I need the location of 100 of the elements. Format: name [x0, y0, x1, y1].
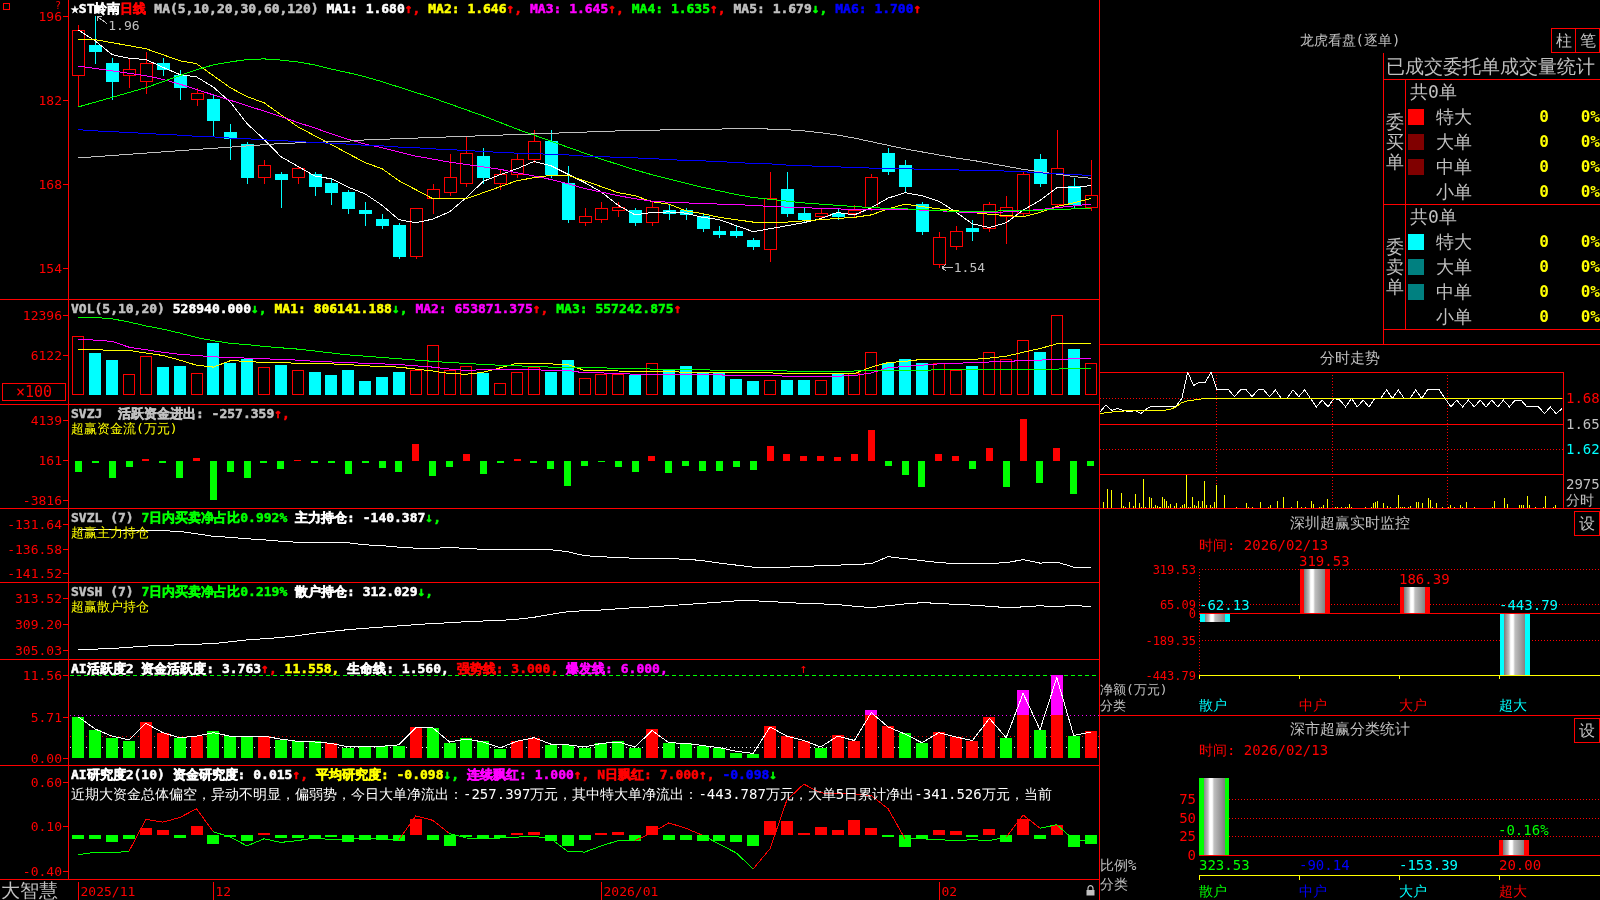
amount-label: 20.00 [1499, 857, 1542, 873]
settings-button[interactable]: 设 [1574, 718, 1600, 743]
indicator-title: 超赢散户持仓 [71, 599, 149, 614]
axis-tick-label: 1.62 [1566, 441, 1600, 458]
order-count: 0 [1539, 258, 1549, 276]
candle [864, 173, 878, 212]
order-share: 0% [1580, 282, 1600, 301]
data-label: 186.39 [1399, 571, 1450, 588]
order-count: 0 [1539, 108, 1549, 127]
axis-tick-label: 50 [1179, 810, 1196, 826]
legend-text: MA4: 1.635 [630, 1, 710, 16]
lock-icon [1086, 884, 1095, 896]
axis-tick-label: 1.65 [1566, 415, 1600, 432]
unit-label: ×100 [2, 383, 66, 401]
order-share: 0% [1580, 157, 1600, 176]
candle [527, 129, 541, 164]
category-label: 超大 [1499, 883, 1527, 899]
legend-text: 散户持仓: 312.029 [294, 584, 418, 599]
legend-text: ↑, [404, 1, 421, 16]
order-count: 0 [1539, 182, 1549, 201]
legend-text: -0.098 [721, 767, 770, 782]
axis-tick-label: 25 [1179, 828, 1196, 844]
candle [881, 147, 895, 176]
legend-text: ↓, [417, 584, 434, 599]
legend-text: SVZL (7) [71, 510, 134, 525]
candle [1016, 171, 1030, 218]
candle [578, 207, 592, 227]
data-label: 319.53 [1299, 553, 1350, 569]
axis-tick-label: 168 [38, 177, 62, 192]
amount-label: 323.53 [1199, 857, 1250, 873]
axis-caption: 分时 [1566, 492, 1594, 508]
axis-title: 净额(万元) [1100, 682, 1168, 697]
axis-tick-label: 0.60 [30, 775, 62, 790]
axis-tick-label: 75 [1179, 791, 1196, 807]
panel-title: 龙虎看盘(逐单) [1299, 31, 1401, 50]
candle [645, 201, 659, 227]
axis-tick-label: -0.40 [22, 864, 62, 879]
candle [780, 171, 794, 218]
order-size-label: 大单 [1436, 257, 1472, 277]
category-label: 大户 [1399, 697, 1427, 713]
chart-mode-button[interactable]: 柱 [1551, 28, 1576, 53]
legend-text: ↑, [292, 767, 309, 782]
candle [122, 57, 136, 89]
axis-tick-label: -3816 [22, 493, 62, 508]
legend-text: 生命线: 1.560, [346, 661, 449, 676]
candle [459, 135, 473, 188]
date-label: 2025/11 [80, 883, 136, 899]
axis-tick-label: 196 [38, 9, 62, 24]
order-share: 0% [1580, 258, 1600, 276]
candle [510, 153, 524, 179]
candle [982, 201, 996, 233]
candle [999, 195, 1013, 245]
candle [628, 207, 642, 227]
chart-mode-button[interactable]: 笔 [1575, 28, 1600, 53]
side-label: 委卖单 [1385, 237, 1404, 297]
candle [696, 213, 710, 233]
legend-text: MA6: 1.700 [834, 1, 914, 16]
axis-tick-label: -443.79 [1145, 669, 1196, 683]
legend-text: ↑, [506, 1, 523, 16]
axis-tick-label: 0 [1187, 847, 1196, 863]
axis-tick-label: 313.52 [15, 591, 62, 606]
legend-text: 11.558, [283, 661, 340, 676]
amount-label: -153.39 [1399, 857, 1458, 873]
candle [847, 204, 861, 218]
brand-text: 大智慧 [1, 880, 58, 900]
price-annotation: 1.96 [108, 17, 140, 33]
axis-tick-label: 1.68 [1566, 390, 1600, 407]
legend-text: ↑, [608, 1, 624, 16]
pointer-icon [96, 16, 108, 25]
axis-tick-label: 4139 [30, 413, 62, 428]
time-label: 时间: 2026/02/13 [1199, 537, 1329, 553]
date-label: 12 [215, 883, 232, 899]
legend-text: 强势线: 3.000, [455, 661, 559, 676]
candle [274, 171, 288, 209]
legend-text: SVSH (7) [71, 584, 134, 599]
legend-text: MA1: 1.680 [325, 1, 405, 16]
axis-tick-label: 305.03 [15, 643, 62, 658]
candle [561, 165, 575, 224]
candle [949, 225, 963, 251]
legend-text: 7日内买卖净占比0.219% [140, 584, 288, 599]
legend-text: 7日内买卖净占比0.992% [140, 510, 288, 525]
table-title: 已成交委托单成交量统计 [1386, 55, 1595, 77]
candle [443, 153, 457, 197]
axis-tick-label: -136.58 [7, 542, 62, 557]
candle [409, 207, 423, 260]
settings-button[interactable]: 设 [1574, 511, 1600, 536]
axis-tick-label: 0.10 [30, 819, 62, 834]
candle [173, 69, 187, 101]
candle [291, 165, 305, 185]
axis-tick-label: 5.71 [30, 710, 62, 725]
order-size-label: 大单 [1436, 132, 1472, 152]
legend-text: N日飘红: 7.000 [596, 767, 699, 782]
price-annotation: 1.54 [953, 260, 986, 276]
candle [392, 222, 406, 260]
legend-text: MA2: 653871.375 [414, 301, 533, 316]
candle [611, 201, 625, 218]
axis-tick-label: 309.20 [15, 617, 62, 632]
axis-tick-label: -189.35 [1145, 634, 1196, 648]
legend-text: ↑ [673, 301, 682, 316]
axis-tick-label: -141.52 [7, 566, 62, 581]
